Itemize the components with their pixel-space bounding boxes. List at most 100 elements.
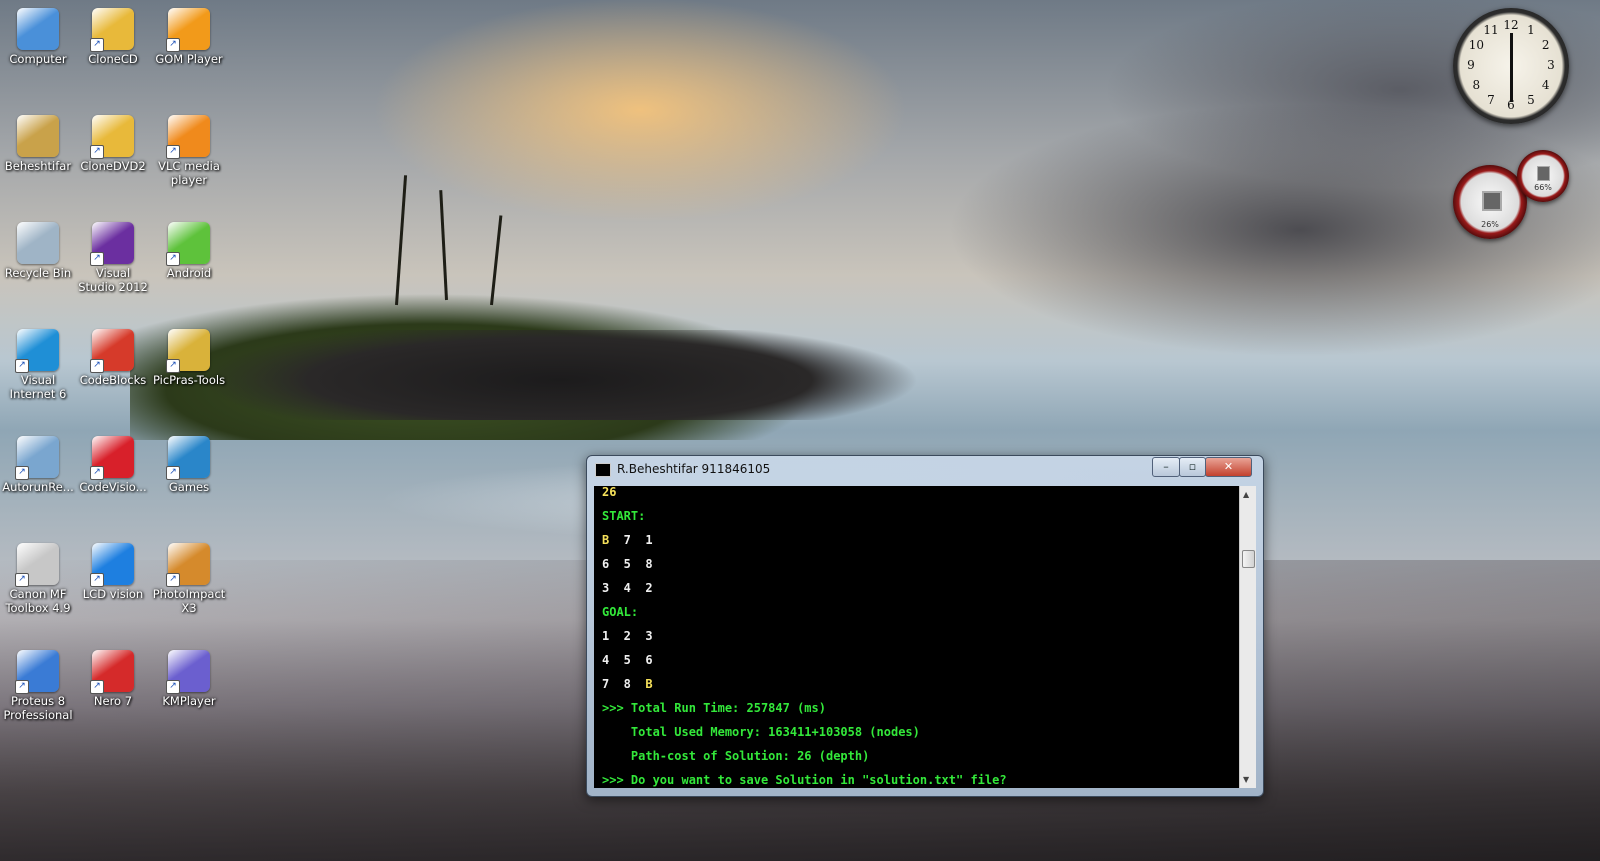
shortcut-arrow-icon: ↗ — [90, 145, 104, 159]
shortcut-arrow-icon: ↗ — [166, 359, 180, 373]
scrollbar-thumb[interactable] — [1242, 550, 1255, 568]
console-line: >>> Do you want to save Solution in "sol… — [602, 773, 1007, 787]
shortcut-arrow-icon: ↗ — [90, 573, 104, 587]
clock-number: 7 — [1487, 92, 1495, 107]
clock-number: 5 — [1527, 92, 1535, 107]
clock-gadget[interactable]: 12 1 2 3 4 5 6 7 8 9 10 11 — [1453, 8, 1569, 124]
desktop-icon-picpras[interactable]: ↗ PicPras-Tools — [152, 327, 226, 387]
console-line: 6 5 8 — [602, 557, 653, 571]
scroll-down-arrow-icon[interactable]: ▼ — [1243, 775, 1249, 784]
desktop-icon-lcd-vision[interactable]: ↗ LCD vision — [76, 541, 150, 601]
clock-number: 10 — [1468, 38, 1484, 52]
scroll-up-arrow-icon[interactable]: ▲ — [1243, 490, 1249, 499]
desktop-icon-bluestacks[interactable]: ↗ Android — [152, 220, 226, 280]
console-line: 26 — [602, 486, 617, 499]
console-line: Total Used Memory: 163411+103058 (nodes) — [602, 725, 920, 739]
desktop-icon-label: AutorunRe... — [2, 480, 74, 494]
gom-player-icon: ↗ — [166, 8, 210, 52]
desktop-icon-label: Beheshtifar — [4, 159, 72, 173]
shortcut-arrow-icon: ↗ — [166, 38, 180, 52]
shortcut-arrow-icon: ↗ — [90, 466, 104, 480]
desktop-icon-vlc[interactable]: ↗ VLC media player — [152, 113, 226, 187]
clonedvd-icon: ↗ — [90, 115, 134, 159]
cpu-chip-icon — [1482, 191, 1502, 211]
shortcut-arrow-icon: ↗ — [166, 466, 180, 480]
desktop-icon-label: Recycle Bin — [4, 266, 72, 280]
desktop-icon-codevision[interactable]: ↗ CodeVisio... — [76, 434, 150, 494]
shortcut-arrow-icon: ↗ — [15, 680, 29, 694]
desktop-icon-label: GOM Player — [155, 52, 223, 66]
proteus-icon: ↗ — [15, 650, 59, 694]
clock-number: 9 — [1467, 58, 1475, 72]
desktop-icon-label: LCD vision — [82, 587, 144, 601]
desktop-icon-gom-player[interactable]: ↗ GOM Player — [152, 6, 226, 66]
visual-studio-icon: ↗ — [90, 222, 134, 266]
desktop-icon-label: CodeBlocks — [79, 373, 147, 387]
globe-icon: ↗ — [15, 329, 59, 373]
console-line: 3 4 2 — [602, 581, 653, 595]
clock-number: 2 — [1541, 38, 1550, 52]
maximize-button[interactable]: ▫ — [1179, 457, 1206, 477]
desktop-icon-label: CloneCD — [88, 52, 138, 66]
close-button[interactable]: ✕ — [1205, 457, 1252, 477]
desktop-icon-label: CodeVisio... — [79, 480, 147, 494]
shortcut-arrow-icon: ↗ — [15, 573, 29, 587]
computer-icon — [17, 8, 59, 50]
cpu-usage-value: 26% — [1481, 220, 1499, 229]
clonecd-icon: ↗ — [90, 8, 134, 52]
console-line: 1 2 3 — [602, 629, 653, 643]
desktop-icon-label: Computer — [9, 52, 67, 66]
desktop-icon-proteus[interactable]: ↗ Proteus 8 Professional — [1, 648, 75, 722]
nero-icon: ↗ — [90, 650, 134, 694]
shortcut-arrow-icon: ↗ — [15, 466, 29, 480]
desktop-icon-label: Nero 7 — [93, 694, 133, 708]
clock-minute-hand — [1510, 66, 1513, 102]
desktop-icon-nero[interactable]: ↗ Nero 7 — [76, 648, 150, 708]
desktop-icon-games[interactable]: ↗ Games — [152, 434, 226, 494]
desktop-icon-kmplayer[interactable]: ↗ KMPlayer — [152, 648, 226, 708]
window-title: R.Beheshtifar 911846105 — [617, 462, 771, 476]
console-line: Path-cost of Solution: 26 (depth) — [602, 749, 870, 763]
desktop-icon-canon-toolbox[interactable]: ↗ Canon MF Toolbox 4.9 — [1, 541, 75, 615]
cpu-meter-gadget[interactable]: 26% — [1453, 165, 1527, 239]
desktop-icon-computer[interactable]: Computer — [1, 6, 75, 66]
games-icon: ↗ — [166, 436, 210, 480]
clock-number: 4 — [1541, 78, 1550, 92]
minimize-button[interactable]: – — [1152, 457, 1180, 477]
vertical-scrollbar[interactable]: ▲ ▼ — [1239, 486, 1256, 788]
desktop-icon-codeblocks[interactable]: ↗ CodeBlocks — [76, 327, 150, 387]
console-line: GOAL: — [602, 605, 639, 619]
shortcut-arrow-icon: ↗ — [166, 252, 180, 266]
bluestacks-icon: ↗ — [166, 222, 210, 266]
codevision-icon: ↗ — [90, 436, 134, 480]
console-output[interactable]: 26 START: B 7 1 6 5 8 3 4 2 GOAL: 1 2 3 4 5 6 7 … — [594, 486, 1239, 788]
kmplayer-icon: ↗ — [166, 650, 210, 694]
desktop-icon-user-folder[interactable]: Beheshtifar — [1, 113, 75, 173]
console-line: 4 5 6 — [602, 653, 653, 667]
desktop-icon-label: Visual Studio 2012 — [78, 266, 148, 294]
desktop-icon-label: Games — [168, 480, 210, 494]
desktop-icon-clonedvd[interactable]: ↗ CloneDVD2 — [76, 113, 150, 173]
shortcut-arrow-icon: ↗ — [166, 573, 180, 587]
clock-number: 3 — [1547, 58, 1555, 72]
shortcut-arrow-icon: ↗ — [15, 359, 29, 373]
canon-toolbox-icon: ↗ — [15, 543, 59, 587]
desktop-icon-label: Proteus 8 Professional — [3, 694, 73, 722]
desktop-icon-autorun[interactable]: ↗ AutorunRe... — [1, 434, 75, 494]
desktop-icon-clonecd[interactable]: ↗ CloneCD — [76, 6, 150, 66]
desktop-icon-globe[interactable]: ↗ Visual Internet 6 — [1, 327, 75, 401]
memory-meter-gadget[interactable]: 66% — [1517, 150, 1569, 202]
autorun-icon: ↗ — [15, 436, 59, 480]
desktop-icon-label: PicPras-Tools — [152, 373, 226, 387]
console-window[interactable]: R.Beheshtifar 911846105 – ▫ ✕ 26 START: B … — [586, 455, 1264, 797]
desktop-icon-photoimpact[interactable]: ↗ PhotoImpact X3 — [152, 541, 226, 615]
codeblocks-icon: ↗ — [90, 329, 134, 373]
console-line: >>> Total Run Time: 257847 (ms) — [602, 701, 826, 715]
desktop-icon-label: VLC media player — [158, 159, 220, 187]
shortcut-arrow-icon: ↗ — [90, 359, 104, 373]
wallpaper-cliff — [200, 330, 1000, 420]
window-titlebar[interactable]: R.Beheshtifar 911846105 – ▫ ✕ — [587, 456, 1263, 482]
desktop-icon-recycle-bin[interactable]: Recycle Bin — [1, 220, 75, 280]
memory-usage-value: 66% — [1534, 183, 1552, 192]
desktop-icon-visual-studio[interactable]: ↗ Visual Studio 2012 — [76, 220, 150, 294]
